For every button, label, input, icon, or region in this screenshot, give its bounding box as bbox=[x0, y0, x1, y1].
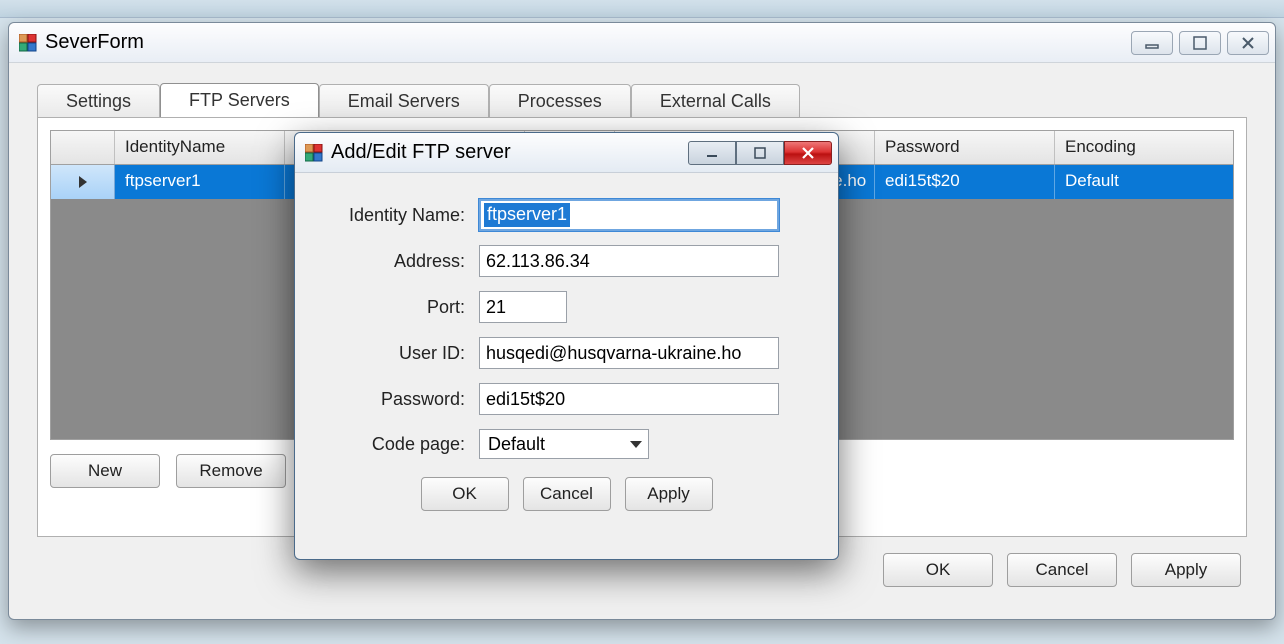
titlebar[interactable]: SeverForm bbox=[9, 23, 1275, 63]
label-identity-name: Identity Name: bbox=[319, 205, 479, 226]
label-user-id: User ID: bbox=[319, 343, 479, 364]
col-header-password[interactable]: Password bbox=[875, 131, 1055, 164]
dialog-minimize-button[interactable] bbox=[688, 141, 736, 165]
grid-corner-cell[interactable] bbox=[51, 131, 115, 164]
tab-ftp-servers[interactable]: FTP Servers bbox=[160, 83, 319, 117]
label-password: Password: bbox=[319, 389, 479, 410]
tab-processes[interactable]: Processes bbox=[489, 84, 631, 118]
close-button[interactable] bbox=[1227, 31, 1269, 55]
select-code-page-value: Default bbox=[488, 434, 545, 455]
input-user-id[interactable] bbox=[479, 337, 779, 369]
input-address[interactable] bbox=[479, 245, 779, 277]
select-code-page[interactable]: Default bbox=[479, 429, 649, 459]
col-header-identityname[interactable]: IdentityName bbox=[115, 131, 285, 164]
dialog-add-edit-ftp: Add/Edit FTP server Identity Name: ftpse… bbox=[294, 132, 839, 560]
input-identity-name[interactable] bbox=[479, 199, 779, 231]
input-port[interactable] bbox=[479, 291, 567, 323]
maximize-button[interactable] bbox=[1179, 31, 1221, 55]
cancel-button[interactable]: Cancel bbox=[1007, 553, 1117, 587]
chevron-down-icon bbox=[630, 441, 642, 448]
tab-external-calls[interactable]: External Calls bbox=[631, 84, 800, 118]
dialog-title: Add/Edit FTP server bbox=[331, 141, 511, 164]
tab-settings[interactable]: Settings bbox=[37, 84, 160, 118]
input-password[interactable] bbox=[479, 383, 779, 415]
tab-email-servers[interactable]: Email Servers bbox=[319, 84, 489, 118]
dialog-maximize-button[interactable] bbox=[736, 141, 784, 165]
remove-button[interactable]: Remove bbox=[176, 454, 286, 488]
cell-password[interactable]: edi15t$20 bbox=[875, 165, 1055, 199]
dialog-close-button[interactable] bbox=[784, 141, 832, 165]
apply-button[interactable]: Apply bbox=[1131, 553, 1241, 587]
new-button[interactable]: New bbox=[50, 454, 160, 488]
dialog-ok-button[interactable]: OK bbox=[421, 477, 509, 511]
label-code-page: Code page: bbox=[319, 434, 479, 455]
label-address: Address: bbox=[319, 251, 479, 272]
label-port: Port: bbox=[319, 297, 479, 318]
tabstrip: Settings FTP Servers Email Servers Proce… bbox=[37, 81, 1247, 117]
ok-button[interactable]: OK bbox=[883, 553, 993, 587]
window-title: SeverForm bbox=[45, 31, 144, 54]
background-window-titlebar bbox=[0, 0, 1284, 18]
col-header-encoding[interactable]: Encoding bbox=[1055, 131, 1233, 164]
cell-encoding[interactable]: Default bbox=[1055, 165, 1233, 199]
current-row-indicator-icon bbox=[79, 176, 87, 188]
dialog-apply-button[interactable]: Apply bbox=[625, 477, 713, 511]
dialog-titlebar[interactable]: Add/Edit FTP server bbox=[295, 133, 838, 173]
dialog-app-icon bbox=[305, 144, 323, 162]
app-icon bbox=[19, 34, 37, 52]
cell-identityname[interactable]: ftpserver1 bbox=[115, 165, 285, 199]
minimize-button[interactable] bbox=[1131, 31, 1173, 55]
row-selector[interactable] bbox=[51, 165, 115, 199]
dialog-cancel-button[interactable]: Cancel bbox=[523, 477, 611, 511]
